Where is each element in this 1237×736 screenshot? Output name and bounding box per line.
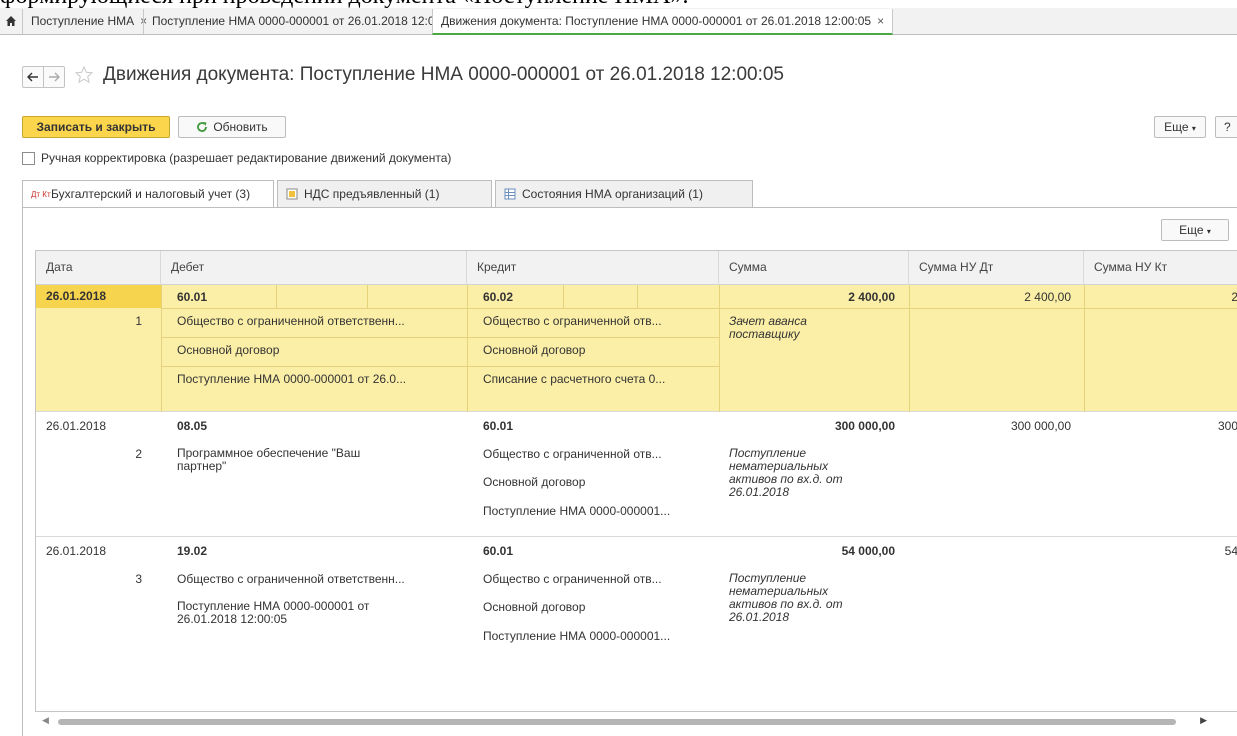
credit-subconto: Поступление НМА 0000-000001...	[483, 504, 671, 518]
window-tab-2[interactable]: Поступление НМА 0000-000001 от 26.01.201…	[143, 9, 479, 34]
credit-account: 60.01	[483, 419, 514, 433]
column-header-date[interactable]: Дата	[36, 251, 161, 285]
credit-subconto: Общество с ограниченной отв...	[483, 447, 662, 461]
credit-subconto: Основной договор	[483, 600, 586, 614]
window-tab-bar: Поступление НМА × Поступление НМА 0000-00…	[0, 8, 1237, 35]
debit-account: 60.01	[177, 290, 208, 304]
row-nu-dt: 2 400,00	[1024, 290, 1071, 304]
movements-table: Дата Дебет Кредит Сумма Сумма НУ Дт Сумм…	[35, 250, 1237, 712]
document-caption: формирующиеся при проведении документа «…	[0, 0, 1237, 8]
row-amount: 300 000,00	[834, 419, 895, 433]
chevron-down-icon: ▾	[1206, 227, 1211, 236]
debit-subconto: Общество с ограниченной ответственн...	[177, 314, 405, 328]
debit-account: 19.02	[177, 544, 208, 558]
row-date: 26.01.2018	[46, 544, 107, 558]
window-tab-label: Поступление НМА 0000-000001 от 26.01.201…	[152, 14, 458, 28]
home-icon	[6, 16, 16, 26]
credit-subconto: Списание с расчетного счета 0...	[483, 372, 666, 386]
tab-label: Состояния НМА организаций (1)	[522, 186, 703, 201]
credit-subconto: Общество с ограниченной отв...	[483, 572, 662, 586]
tab-vat[interactable]: НДС предъявленный (1)	[277, 180, 492, 207]
dt-kt-icon: Дт Кт	[31, 189, 51, 199]
table-row[interactable]: 26.01.2018 3 19.02 Общество с ограниченн…	[36, 537, 1237, 662]
window-tab-3-active[interactable]: Движения документа: Поступление НМА 0000…	[432, 9, 894, 35]
more-label: Еще	[1164, 120, 1189, 134]
debit-subconto: Программное обеспечение "Ваш партнер"	[177, 447, 361, 473]
save-and-close-button[interactable]: Записать и закрыть	[22, 116, 170, 138]
scrollbar-thumb[interactable]	[58, 719, 1176, 725]
column-header-credit[interactable]: Кредит	[467, 251, 719, 285]
row-amount: 54 000,00	[841, 544, 895, 558]
forward-button[interactable]	[43, 66, 65, 88]
credit-subconto: Общество с ограниченной отв...	[483, 314, 662, 328]
row-number: 1	[135, 314, 142, 328]
more-menu-button[interactable]: Еще ▾	[1154, 116, 1206, 138]
more-label: Еще	[1179, 223, 1204, 237]
row-date: 26.01.2018	[46, 419, 107, 433]
manual-correction-checkbox[interactable]	[22, 151, 35, 165]
tab-nma-states[interactable]: Состояния НМА организаций (1)	[495, 180, 753, 207]
horizontal-scrollbar[interactable]: ◀ ▶	[35, 712, 1237, 732]
row-amount: 2 400,00	[848, 290, 895, 304]
table-icon	[504, 188, 516, 200]
tab-accounting[interactable]: Дт Кт Бухгалтерский и налоговый учет (3)	[22, 180, 274, 208]
chevron-down-icon: ▾	[1191, 124, 1196, 133]
favorite-star-icon[interactable]	[74, 65, 96, 87]
close-icon[interactable]: ×	[877, 14, 884, 28]
credit-subconto: Поступление НМА 0000-000001...	[483, 629, 671, 643]
row-date: 26.01.2018	[36, 285, 161, 308]
page-title: Движения документа: Поступление НМА 0000…	[103, 64, 784, 85]
back-button[interactable]	[22, 66, 44, 88]
row-nu-kt: 54	[1224, 544, 1237, 558]
register-icon	[286, 188, 298, 200]
debit-subconto: Поступление НМА 0000-000001 от 26.0...	[177, 372, 407, 386]
debit-subconto: Общество с ограниченной ответственн...	[177, 572, 405, 586]
manual-correction-row[interactable]: Ручная корректировка (разрешает редактир…	[22, 151, 451, 165]
help-button[interactable]: ?	[1215, 116, 1237, 138]
column-header-amount[interactable]: Сумма	[719, 251, 909, 285]
window-tab-label: Движения документа: Поступление НМА 0000…	[441, 14, 872, 28]
table-header: Дата Дебет Кредит Сумма Сумма НУ Дт Сумм…	[36, 251, 1237, 285]
row-nu-dt: 300 000,00	[1010, 419, 1071, 433]
table-more-button[interactable]: Еще ▾	[1161, 219, 1229, 241]
refresh-icon	[197, 122, 208, 132]
row-content: Зачет аванса поставщику	[729, 315, 807, 341]
credit-account: 60.02	[483, 290, 514, 304]
refresh-button[interactable]: Обновить	[178, 116, 286, 138]
column-header-debit[interactable]: Дебет	[161, 251, 467, 285]
row-nu-kt: 2	[1084, 290, 1237, 304]
tab-label: Бухгалтерский и налоговый учет (3)	[51, 187, 251, 201]
arrow-left-icon	[27, 72, 38, 82]
row-content: Поступление нематериальных активов по вх…	[729, 572, 843, 624]
credit-subconto: Основной договор	[483, 475, 586, 489]
window-tab-label: Поступление НМА	[31, 14, 135, 28]
manual-correction-label: Ручная корректировка (разрешает редактир…	[41, 151, 452, 165]
arrow-right-icon	[49, 72, 60, 82]
column-header-nu-kt[interactable]: Сумма НУ Кт	[1084, 251, 1237, 285]
refresh-label: Обновить	[213, 120, 268, 134]
credit-subconto: Основной договор	[483, 343, 586, 357]
window-tab-1[interactable]: Поступление НМА ×	[22, 9, 155, 34]
debit-subconto: Основной договор	[177, 343, 280, 357]
row-content: Поступление нематериальных активов по вх…	[729, 447, 843, 499]
row-number: 2	[135, 447, 142, 461]
table-row[interactable]: 26.01.2018 2 08.05 Программное обеспечен…	[36, 412, 1237, 537]
home-button[interactable]	[0, 8, 22, 34]
debit-account: 08.05	[177, 419, 208, 433]
scroll-right-icon[interactable]: ▶	[1200, 715, 1207, 726]
scroll-left-icon[interactable]: ◀	[42, 715, 49, 726]
credit-account: 60.01	[483, 544, 514, 558]
table-row[interactable]: 26.01.2018 1 60.01 Общество с ограниченн…	[36, 285, 1237, 412]
column-header-nu-dt[interactable]: Сумма НУ Дт	[909, 251, 1084, 285]
row-number: 3	[135, 572, 142, 586]
debit-subconto: Поступление НМА 0000-000001 от 26.01.201…	[177, 600, 370, 626]
tab-label: НДС предъявленный (1)	[304, 186, 440, 201]
row-nu-kt: 300	[1217, 419, 1237, 433]
